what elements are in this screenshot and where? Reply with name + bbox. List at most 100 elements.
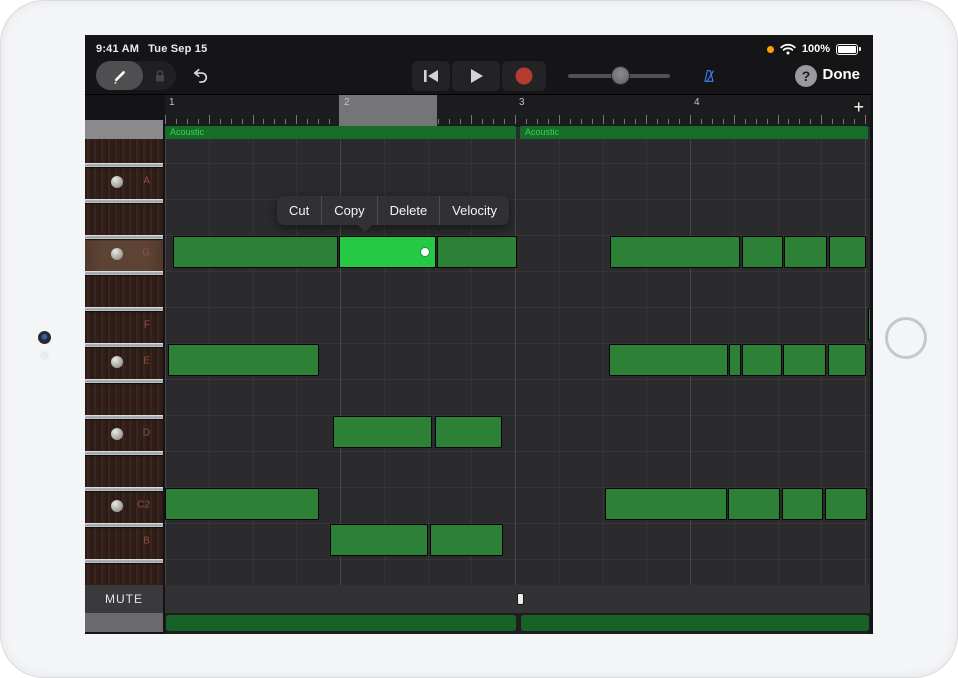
string-row-b[interactable]: B [85,523,163,559]
context-menu: CutCopyDeleteVelocity [277,196,509,225]
ruler-tick [767,119,768,124]
play-button[interactable] [452,61,500,91]
wifi-icon [780,43,796,55]
string-row-d[interactable]: D [85,415,163,451]
midi-note[interactable] [173,236,338,268]
string-label: C2 [137,500,150,511]
scrollbar-handle[interactable] [517,593,524,605]
battery-nub [859,47,861,51]
midi-note[interactable] [609,344,728,376]
string-row[interactable] [85,559,163,585]
battery-percentage: 100% [802,43,830,55]
ruler-tick [362,119,363,124]
fretboard-sidebar: A G FE D C2 B MUTE [85,120,163,632]
status-orange-dot-icon [767,46,774,53]
undo-button[interactable] [185,61,215,90]
pencil-tool-button[interactable] [96,61,143,90]
context-menu-item-copy[interactable]: Copy [321,196,376,225]
midi-note[interactable] [783,344,826,376]
ruler-tick [745,119,746,124]
midi-note[interactable] [430,524,503,556]
ruler-tick [209,115,210,124]
region-header-1[interactable]: Acoustic [165,126,516,139]
midi-note[interactable] [729,344,741,376]
string-label: G [142,248,150,259]
midi-note[interactable] [825,488,867,520]
context-menu-item-velocity[interactable]: Velocity [439,196,509,225]
status-bar-left: 9:41 AMTue Sep 15 [96,43,216,55]
ruler-tick [329,119,330,124]
ruler-plus-button[interactable]: + [853,98,864,116]
ruler-bar-number: 2 [344,97,350,108]
pencil-icon [110,66,130,86]
ruler-tick [296,115,297,124]
note-resize-handle[interactable] [421,248,429,256]
rewind-icon [422,68,440,84]
rewind-button[interactable] [412,61,450,91]
string-row[interactable] [85,139,163,163]
midi-note[interactable] [333,416,432,448]
overview-region-strip[interactable] [166,615,516,631]
midi-note[interactable] [728,488,780,520]
midi-note[interactable] [168,344,319,376]
string-row-e[interactable]: E [85,343,163,379]
string-label: D [143,428,150,439]
string-row-c2[interactable]: C2 [85,487,163,523]
sidebar-footer-cell [85,613,163,632]
lock-tool-button[interactable] [143,61,176,90]
string-row[interactable] [85,451,163,487]
fret-line [85,523,163,527]
midi-note[interactable] [437,236,517,268]
fret-line [85,487,163,491]
timeline-ruler[interactable]: + 1234 [165,95,870,126]
fret-line [85,199,163,203]
metronome-button[interactable] [695,62,723,90]
string-row[interactable] [85,379,163,415]
context-menu-item-cut[interactable]: Cut [277,196,321,225]
home-button[interactable] [885,317,927,359]
midi-note[interactable] [165,488,319,520]
ruler-selection-highlight [339,95,437,126]
ruler-tick [832,119,833,124]
ruler-tick [373,119,374,124]
ruler-tick [646,115,647,124]
grid-lane-line [165,307,870,308]
midi-note[interactable] [784,236,827,268]
midi-note-selected[interactable] [339,236,436,268]
ruler-tick [559,115,560,124]
string-row[interactable] [85,199,163,235]
midi-note[interactable] [828,344,866,376]
midi-note[interactable] [742,344,782,376]
string-row-a[interactable]: A [85,163,163,199]
context-menu-item-delete[interactable]: Delete [377,196,440,225]
midi-note[interactable] [829,236,866,268]
fret-line [85,163,163,167]
ruler-tick [690,115,691,124]
midi-note[interactable] [330,524,428,556]
string-row[interactable] [85,271,163,307]
ruler-tick [603,115,604,124]
front-camera-icon [38,331,51,344]
done-button[interactable]: Done [823,66,861,83]
ruler-tick [220,119,221,124]
ruler-tick [613,119,614,124]
midi-note[interactable] [435,416,502,448]
midi-note[interactable] [742,236,783,268]
ruler-tick [799,119,800,124]
grid-lane-line [165,199,870,200]
midi-note[interactable] [782,488,823,520]
midi-note[interactable] [868,308,870,340]
record-button[interactable] [502,61,546,91]
overview-region-strip[interactable] [521,615,869,631]
string-row-g[interactable]: G [85,235,163,271]
midi-note[interactable] [605,488,727,520]
mute-button[interactable]: MUTE [85,585,163,613]
ruler-tick [657,119,658,124]
midi-note[interactable] [610,236,740,268]
help-button[interactable]: ? [795,65,817,87]
string-row-f[interactable]: F [85,307,163,343]
note-grid[interactable] [165,127,870,585]
volume-slider-knob[interactable] [612,67,629,84]
grid-lane-line [165,523,870,524]
region-header-2[interactable]: Acoustic [520,126,868,139]
